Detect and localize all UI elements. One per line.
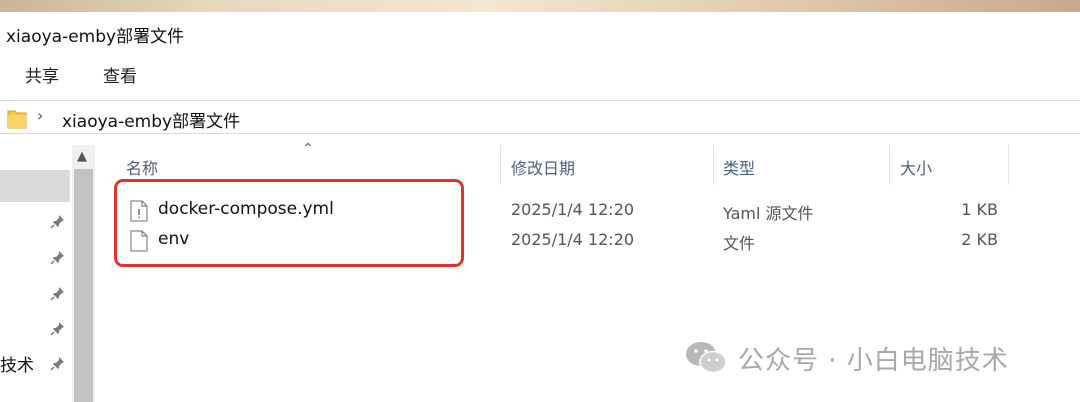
breadcrumb-chevron-icon[interactable]: › bbox=[37, 106, 43, 125]
ribbon-tab-view[interactable]: 查看 bbox=[103, 62, 137, 87]
column-header-type[interactable]: 类型 bbox=[723, 155, 755, 179]
breadcrumb-current-folder[interactable]: xiaoya-emby部署文件 bbox=[62, 107, 240, 132]
column-divider[interactable] bbox=[1008, 145, 1009, 185]
file-size: 2 KB bbox=[961, 230, 998, 249]
ribbon-tab-share[interactable]: 共享 bbox=[25, 62, 59, 87]
wechat-icon bbox=[686, 342, 727, 374]
watermark: 公众号 · 小白电脑技术 bbox=[684, 338, 1009, 378]
column-header-modified[interactable]: 修改日期 bbox=[511, 155, 575, 179]
file-modified: 2025/1/4 12:20 bbox=[511, 200, 635, 219]
file-type: Yaml 源文件 bbox=[723, 204, 814, 223]
folder-icon bbox=[7, 110, 27, 129]
column-divider[interactable] bbox=[500, 145, 501, 185]
title-bar: xiaoya-emby部署文件 bbox=[0, 12, 1080, 54]
pin-icon[interactable] bbox=[50, 249, 66, 265]
pin-icon[interactable] bbox=[50, 355, 66, 371]
column-header-size[interactable]: 大小 bbox=[900, 155, 932, 179]
address-bar[interactable]: › xiaoya-emby部署文件 bbox=[0, 100, 1080, 134]
nav-item-label[interactable]: 技术 bbox=[0, 351, 34, 376]
highlight-annotation bbox=[114, 179, 464, 267]
column-divider[interactable] bbox=[889, 145, 890, 185]
column-header-name[interactable]: 名称 bbox=[126, 155, 158, 179]
ribbon: 共享 查看 bbox=[0, 54, 1080, 94]
pin-icon[interactable] bbox=[50, 285, 66, 301]
scrollbar-thumb[interactable] bbox=[74, 169, 93, 402]
file-size: 1 KB bbox=[961, 200, 998, 219]
pin-icon[interactable] bbox=[50, 213, 66, 229]
column-divider[interactable] bbox=[713, 145, 714, 185]
sort-ascending-icon: ⌃ bbox=[302, 141, 314, 157]
pin-icon[interactable] bbox=[50, 320, 66, 336]
file-type: 文件 bbox=[723, 234, 756, 253]
nav-scrollbar[interactable]: ▲ bbox=[72, 145, 95, 402]
nav-item-selected[interactable] bbox=[0, 170, 70, 202]
window-title: xiaoya-emby部署文件 bbox=[6, 27, 185, 47]
desktop-wallpaper-strip bbox=[0, 0, 1080, 12]
watermark-text: 公众号 · 小白电脑技术 bbox=[738, 345, 1009, 376]
navigation-pane: 技术 bbox=[0, 135, 72, 402]
scroll-up-arrow-icon[interactable]: ▲ bbox=[77, 149, 87, 164]
file-modified: 2025/1/4 12:20 bbox=[511, 230, 635, 249]
